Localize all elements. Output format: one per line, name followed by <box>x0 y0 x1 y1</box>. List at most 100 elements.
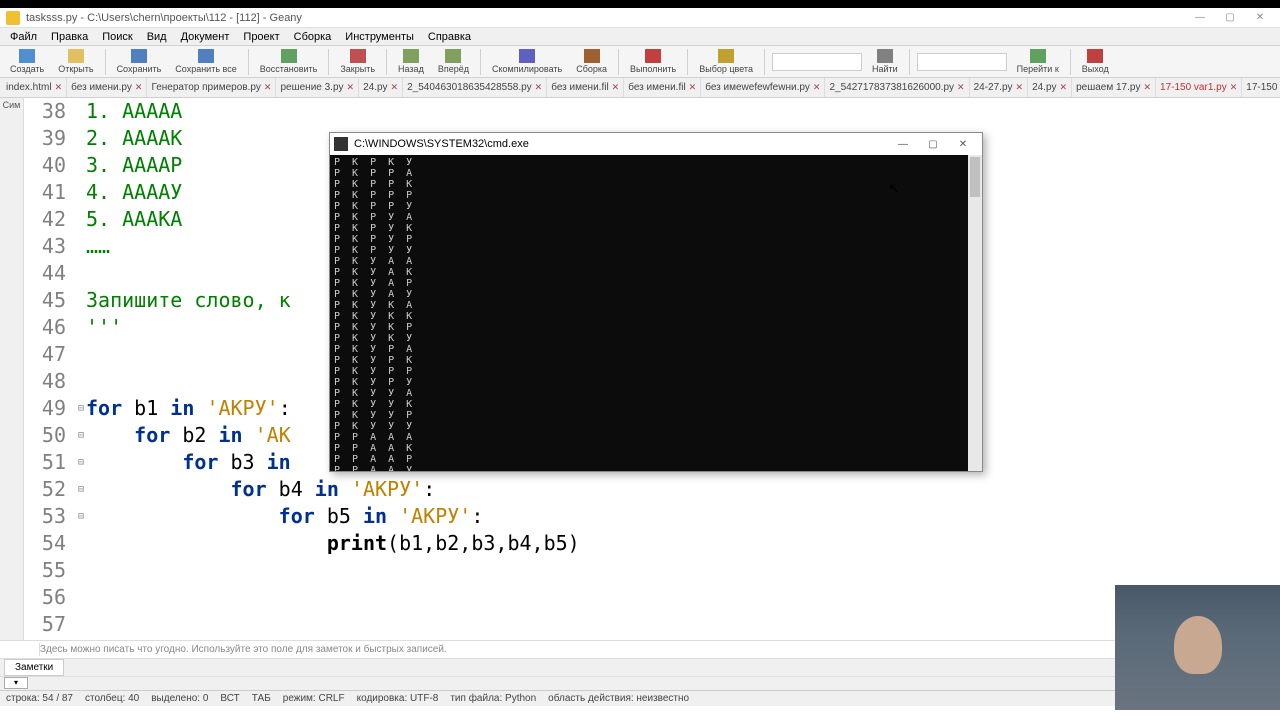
notes-tab[interactable]: Заметки <box>4 659 64 676</box>
toolbar-Выбор цвета[interactable]: Выбор цвета <box>693 47 759 77</box>
toolbar-Открыть[interactable]: Открыть <box>52 47 99 77</box>
tab-close-icon[interactable]: ✕ <box>689 82 697 93</box>
fold-marker[interactable] <box>76 206 86 233</box>
toolbar-Закрыть[interactable]: Закрыть <box>334 47 381 77</box>
bottom-dropdown[interactable]: ▾ <box>0 676 1280 690</box>
toolbar-Найти[interactable]: Найти <box>866 47 904 77</box>
tab-close-icon[interactable]: ✕ <box>1143 82 1151 93</box>
toolbar-Вперёд[interactable]: Вперёд <box>432 47 475 77</box>
maximize-button[interactable]: ▢ <box>1216 10 1244 26</box>
tab-без имени.py[interactable]: без имени.py✕ <box>67 78 147 97</box>
toolbar-Создать[interactable]: Создать <box>4 47 50 77</box>
menu-Правка[interactable]: Правка <box>45 29 94 45</box>
tab-24.py[interactable]: 24.py✕ <box>359 78 403 97</box>
cmd-close[interactable]: ✕ <box>948 134 978 154</box>
tab-17-150 var1.py[interactable]: 17-150 var1.py✕ <box>1156 78 1242 97</box>
fold-marker[interactable]: ⊟ <box>76 395 86 422</box>
code-line[interactable]: for b3 in <box>86 449 291 476</box>
code-line[interactable]: for b1 in 'АКРУ': <box>86 395 291 422</box>
code-line[interactable]: 1. ААААА <box>86 98 182 125</box>
fold-marker[interactable] <box>76 152 86 179</box>
tab-close-icon[interactable]: ✕ <box>135 82 143 93</box>
tab-close-icon[interactable]: ✕ <box>347 82 355 93</box>
toolbar-Скомпилировать[interactable]: Скомпилировать <box>486 47 568 77</box>
cmd-scrollbar[interactable] <box>968 155 982 471</box>
tab-close-icon[interactable]: ✕ <box>1230 82 1238 93</box>
minimize-button[interactable]: — <box>1186 10 1214 26</box>
fold-marker[interactable] <box>76 260 86 287</box>
fold-marker[interactable] <box>76 287 86 314</box>
tab-close-icon[interactable]: ✕ <box>264 82 272 93</box>
fold-marker[interactable] <box>76 125 86 152</box>
fold-marker[interactable] <box>76 233 86 260</box>
toolbar-Восстановить[interactable]: Восстановить <box>254 47 324 77</box>
fold-marker[interactable] <box>76 557 86 584</box>
fold-marker[interactable] <box>76 179 86 206</box>
fold-marker[interactable] <box>76 584 86 611</box>
tab-без имени.fil[interactable]: без имени.fil✕ <box>547 78 624 97</box>
fold-marker[interactable]: ⊟ <box>76 422 86 449</box>
menu-Документ[interactable]: Документ <box>175 29 236 45</box>
menu-Вид[interactable]: Вид <box>141 29 173 45</box>
fold-marker[interactable] <box>76 98 86 125</box>
menu-Поиск[interactable]: Поиск <box>96 29 138 45</box>
tab-close-icon[interactable]: ✕ <box>1016 82 1024 93</box>
tab-решение 3.py[interactable]: решение 3.py✕ <box>276 78 359 97</box>
cmd-maximize[interactable]: ▢ <box>918 134 948 154</box>
cmd-title-bar[interactable]: C:\WINDOWS\SYSTEM32\cmd.exe — ▢ ✕ <box>330 133 982 155</box>
code-line[interactable]: ''' <box>86 314 122 341</box>
tab-без имени.fil[interactable]: без имени.fil✕ <box>624 78 701 97</box>
code-line[interactable]: 2. ААААК <box>86 125 182 152</box>
close-button[interactable]: ✕ <box>1246 10 1274 26</box>
tab-без имеwefewfewни.py[interactable]: без имеwefewfewни.py✕ <box>701 78 825 97</box>
tab-close-icon[interactable]: ✕ <box>612 82 620 93</box>
fold-marker[interactable]: ⊟ <box>76 503 86 530</box>
tab-Генератор примеров.py[interactable]: Генератор примеров.py✕ <box>147 78 276 97</box>
code-line[interactable]: print(b1,b2,b3,b4,b5) <box>86 530 580 557</box>
toolbar-input[interactable] <box>917 53 1007 71</box>
fold-marker[interactable] <box>76 368 86 395</box>
fold-marker[interactable] <box>76 530 86 557</box>
tab-close-icon[interactable]: ✕ <box>957 82 965 93</box>
toolbar-Сохранить все[interactable]: Сохранить все <box>169 47 242 77</box>
code-line[interactable]: for b2 in 'АК <box>86 422 291 449</box>
tab-2_540463018635428558.py[interactable]: 2_540463018635428558.py✕ <box>403 78 547 97</box>
tab-close-icon[interactable]: ✕ <box>55 82 63 93</box>
toolbar-Сохранить[interactable]: Сохранить <box>111 47 168 77</box>
toolbar-Выполнить[interactable]: Выполнить <box>624 47 682 77</box>
code-line[interactable]: for b4 in 'АКРУ': <box>86 476 435 503</box>
cmd-window[interactable]: C:\WINDOWS\SYSTEM32\cmd.exe — ▢ ✕ Р К Р … <box>329 132 983 472</box>
menu-Справка[interactable]: Справка <box>422 29 477 45</box>
tab-close-icon[interactable]: ✕ <box>813 82 821 93</box>
tab-close-icon[interactable]: ✕ <box>391 82 399 93</box>
menu-Проект[interactable]: Проект <box>237 29 285 45</box>
tab-2_542717837381626000.py[interactable]: 2_542717837381626000.py✕ <box>825 78 969 97</box>
code-line[interactable]: Запишите слово, к <box>86 287 291 314</box>
menu-Сборка[interactable]: Сборка <box>288 29 338 45</box>
fold-marker[interactable] <box>76 341 86 368</box>
fold-marker[interactable] <box>76 611 86 638</box>
scribble-area[interactable]: Здесь можно писать что угодно. Используй… <box>0 640 1280 658</box>
symbols-sidebar[interactable]: Сим <box>0 98 24 640</box>
toolbar-Назад[interactable]: Назад <box>392 47 430 77</box>
code-line[interactable]: 5. АААКА <box>86 206 182 233</box>
toolbar-Сборка[interactable]: Сборка <box>570 47 613 77</box>
tab-close-icon[interactable]: ✕ <box>1060 82 1068 93</box>
tab-24.py[interactable]: 24.py✕ <box>1028 78 1072 97</box>
menu-Инструменты[interactable]: Инструменты <box>339 29 420 45</box>
tab-index.html[interactable]: index.html✕ <box>2 78 67 97</box>
tab-24-27.py[interactable]: 24-27.py✕ <box>970 78 1028 97</box>
toolbar-Выход[interactable]: Выход <box>1076 47 1115 77</box>
tab-17-150 va.py[interactable]: 17-150 va.py✕ <box>1242 78 1280 97</box>
code-line[interactable]: 3. ААААР <box>86 152 182 179</box>
fold-marker[interactable] <box>76 314 86 341</box>
fold-marker[interactable]: ⊟ <box>76 476 86 503</box>
code-line[interactable]: 4. ААААУ <box>86 179 182 206</box>
tab-close-icon[interactable]: ✕ <box>535 82 543 93</box>
fold-marker[interactable]: ⊟ <box>76 449 86 476</box>
code-line[interactable]: for b5 in 'АКРУ': <box>86 503 483 530</box>
tab-решаем 17.py[interactable]: решаем 17.py✕ <box>1072 78 1156 97</box>
toolbar-Перейти к[interactable]: Перейти к <box>1011 47 1065 77</box>
menu-Файл[interactable]: Файл <box>4 29 43 45</box>
cmd-minimize[interactable]: — <box>888 134 918 154</box>
